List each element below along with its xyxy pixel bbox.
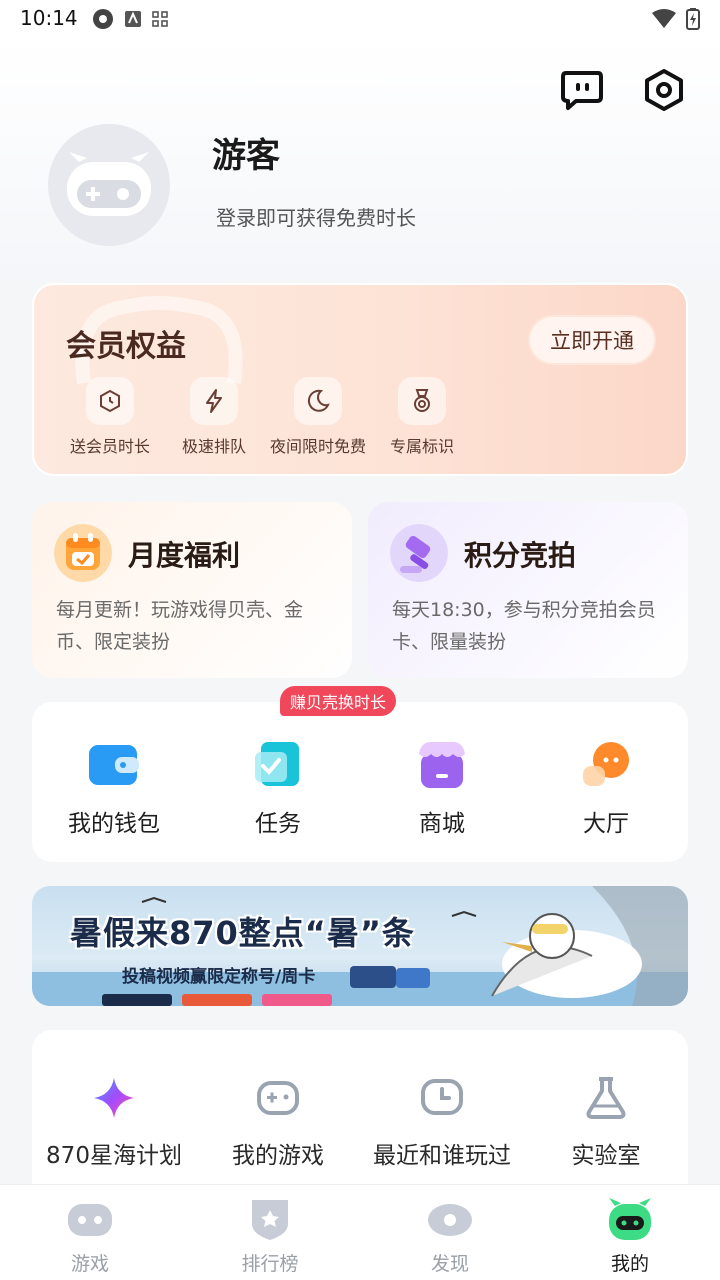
flask-icon <box>586 1077 626 1119</box>
tool-label: 我的游戏 <box>232 1143 324 1169</box>
status-time: 10:14 <box>20 6 78 30</box>
auction-desc: 每天18:30，参与积分竞拍会员卡、限量装扮 <box>392 599 656 653</box>
task-button[interactable]: 任务 <box>196 740 360 838</box>
tools-card: 870星海计划 我的游戏 最近和谁玩过 实验室 <box>32 1030 688 1210</box>
auction-title: 积分竞拍 <box>464 539 577 572</box>
nav-label: 我的 <box>610 1253 649 1275</box>
login-hint[interactable]: 登录即可获得免费时长 <box>216 202 416 231</box>
nav-games[interactable]: 游戏 <box>0 1197 180 1276</box>
calendar-gift-icon <box>54 524 112 582</box>
promo-banner[interactable]: 暑假来870整点“暑”条 投稿视频赢限定称号/周卡 <box>32 886 688 1006</box>
quick-actions-card: 赚贝壳换时长 我的钱包 任务 商城 大厅 <box>32 686 688 862</box>
grid-notification-icon <box>152 11 168 31</box>
username[interactable]: 游客 <box>212 128 280 177</box>
vip-benefits: 送会员时长 极速排队 夜间限时免费 专属标识 <box>58 377 474 457</box>
wallet-icon <box>89 745 139 785</box>
star-plan-button[interactable]: 870星海计划 <box>32 1074 196 1170</box>
quick-label: 大厅 <box>583 811 629 837</box>
points-auction-card[interactable]: 积分竞拍 每天18:30，参与积分竞拍会员卡、限量装扮 <box>368 502 688 678</box>
benefit-fast-queue[interactable]: 极速排队 <box>162 377 266 457</box>
tool-label: 最近和谁玩过 <box>373 1143 511 1169</box>
gamepad-icon <box>257 1081 299 1115</box>
history-icon <box>421 1079 463 1115</box>
monthly-desc: 每月更新！玩游戏得贝壳、金币、限定装扮 <box>56 599 304 653</box>
vip-card[interactable]: 会员权益 立即开通 送会员时长 极速排队 夜间限时免费 专属标识 <box>32 283 688 476</box>
monthly-title: 月度福利 <box>128 539 241 572</box>
tool-label: 实验室 <box>571 1143 641 1169</box>
benefit-member-time[interactable]: 送会员时长 <box>58 377 162 457</box>
star-icon <box>94 1078 134 1118</box>
task-icon <box>255 742 299 786</box>
message-button[interactable] <box>560 68 604 112</box>
benefit-label: 极速排队 <box>181 437 246 456</box>
clock-icon <box>100 389 120 413</box>
shop-icon <box>419 742 465 788</box>
lab-button[interactable]: 实验室 <box>524 1074 688 1170</box>
quick-label: 任务 <box>255 811 301 837</box>
quick-label: 商城 <box>419 811 465 837</box>
nav-label: 发现 <box>430 1253 469 1275</box>
avatar[interactable] <box>48 124 170 246</box>
bottom-nav: 游戏 排行榜 发现 我的 <box>0 1184 720 1280</box>
task-badge[interactable]: 赚贝壳换时长 <box>280 686 397 716</box>
lightning-icon <box>206 389 222 413</box>
wifi-icon <box>652 9 676 33</box>
nav-label: 游戏 <box>70 1253 109 1275</box>
my-games-button[interactable]: 我的游戏 <box>196 1074 360 1170</box>
banner-title: 暑假来870整点“暑”条 <box>70 914 415 952</box>
recent-players-button[interactable]: 最近和谁玩过 <box>360 1074 524 1170</box>
ranking-icon <box>252 1200 288 1240</box>
banner-subtitle: 投稿视频赢限定称号/周卡 <box>122 967 316 987</box>
nav-discover[interactable]: 发现 <box>360 1197 540 1276</box>
settings-button[interactable] <box>642 68 686 112</box>
mine-icon <box>609 1198 651 1240</box>
status-bar: 10:14 <box>0 0 720 40</box>
benefit-label: 送会员时长 <box>69 437 150 456</box>
monthly-welfare-card[interactable]: 月度福利 每月更新！玩游戏得贝壳、金币、限定装扮 <box>32 502 352 678</box>
game-icon <box>68 1204 112 1236</box>
quick-label: 我的钱包 <box>68 811 160 837</box>
benefit-label: 专属标识 <box>389 437 454 456</box>
settings-icon <box>645 69 683 111</box>
nav-mine[interactable]: 我的 <box>540 1197 720 1276</box>
nav-label: 排行榜 <box>241 1253 299 1275</box>
lobby-button[interactable]: 大厅 <box>524 740 688 838</box>
gavel-icon <box>390 524 448 582</box>
guest-avatar-icon <box>67 152 151 216</box>
benefit-night-free[interactable]: 夜间限时免费 <box>266 377 370 457</box>
medal-icon <box>414 389 430 412</box>
wallet-button[interactable]: 我的钱包 <box>32 740 196 838</box>
battery-icon <box>686 8 700 34</box>
benefit-exclusive-badge[interactable]: 专属标识 <box>370 377 474 457</box>
nav-ranking[interactable]: 排行榜 <box>180 1197 360 1276</box>
vip-title: 会员权益 <box>66 329 186 364</box>
message-icon <box>561 71 603 110</box>
benefit-label: 夜间限时免费 <box>269 437 366 456</box>
lobby-icon <box>583 742 629 786</box>
shop-button[interactable]: 商城 <box>360 740 524 838</box>
tool-label: 870星海计划 <box>46 1143 182 1169</box>
discover-icon <box>428 1204 472 1236</box>
vip-open-button[interactable]: 立即开通 <box>528 315 656 365</box>
app-notification-icon <box>92 8 114 34</box>
keyboard-notification-icon <box>124 10 142 32</box>
moon-icon <box>307 389 330 412</box>
